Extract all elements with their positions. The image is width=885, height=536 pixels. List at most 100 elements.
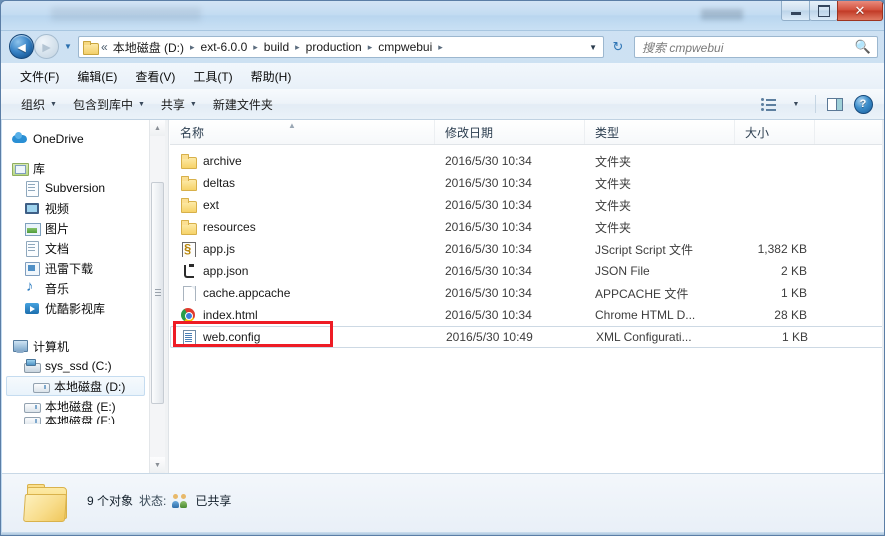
- help-button[interactable]: ?: [850, 93, 876, 115]
- recent-pages-dropdown[interactable]: ▼: [61, 37, 75, 57]
- menubar: 文件(F) 编辑(E) 查看(V) 工具(T) 帮助(H): [1, 63, 884, 89]
- cell-size: 2 KB: [780, 264, 807, 278]
- cell-type: 文件夹: [595, 198, 632, 213]
- menu-view[interactable]: 查看(V): [126, 65, 184, 88]
- folder-icon: [180, 153, 197, 169]
- table-row[interactable]: ext 2016/5/30 10:34 文件夹: [170, 194, 884, 216]
- scroll-down-button[interactable]: ▼: [150, 457, 165, 473]
- menu-help[interactable]: 帮助(H): [242, 65, 301, 88]
- nav-item-thunder-download[interactable]: 迅雷下载: [2, 258, 149, 278]
- breadcrumb-segment-cmpwebui[interactable]: cmpwebui: [377, 39, 433, 55]
- nav-item-drive-e[interactable]: 本地磁盘 (E:): [2, 396, 149, 416]
- column-header-size[interactable]: 大小: [735, 120, 815, 144]
- chevron-right-icon[interactable]: ▸: [253, 42, 258, 53]
- chevron-right-icon[interactable]: ▸: [368, 42, 373, 53]
- breadcrumb-overflow-icon[interactable]: «: [101, 40, 108, 54]
- breadcrumb-segment-production[interactable]: production: [305, 39, 363, 55]
- nav-item-label: 本地磁盘 (D:): [54, 379, 126, 394]
- back-button[interactable]: ◄: [9, 34, 34, 59]
- breadcrumb[interactable]: « 本地磁盘 (D:) ▸ ext-6.0.0 ▸ build ▸ produc…: [78, 36, 604, 58]
- video-icon: [24, 200, 40, 216]
- refresh-button[interactable]: ↻: [607, 36, 629, 58]
- nav-item-onedrive[interactable]: OneDrive: [2, 129, 149, 149]
- include-in-library-button[interactable]: 包含到库中 ▼: [65, 92, 153, 117]
- file-name: archive: [203, 154, 242, 168]
- table-row[interactable]: archive 2016/5/30 10:34 文件夹: [170, 150, 884, 172]
- table-row[interactable]: app.js 2016/5/30 10:34 JScript Script 文件…: [170, 238, 884, 260]
- column-header-name[interactable]: 名称 ▲: [170, 120, 435, 144]
- forward-button[interactable]: ►: [34, 34, 59, 59]
- nav-item-label: OneDrive: [33, 132, 84, 146]
- help-icon: ?: [853, 94, 873, 114]
- document-icon: [24, 240, 40, 257]
- search-box[interactable]: 搜索 cmpwebui 🔍: [634, 36, 878, 58]
- nav-item-music[interactable]: 音乐: [2, 278, 149, 298]
- nav-item-youku-library[interactable]: 优酷影视库: [2, 298, 149, 318]
- nav-item-pictures[interactable]: 图片: [2, 218, 149, 238]
- window-titlebar: ✕: [1, 1, 884, 31]
- nav-item-drive-f[interactable]: 本地磁盘 (F:): [2, 416, 149, 424]
- cell-date: 2016/5/30 10:34: [445, 220, 532, 234]
- file-name: web.config: [203, 330, 261, 344]
- cell-size: 1,382 KB: [757, 242, 807, 256]
- column-header-date[interactable]: 修改日期: [435, 120, 585, 144]
- table-row[interactable]: app.json 2016/5/30 10:34 JSON File 2 KB: [170, 260, 884, 282]
- nav-item-drive-d[interactable]: 本地磁盘 (D:): [6, 376, 145, 396]
- shared-users-icon: [172, 493, 189, 508]
- preview-pane-button[interactable]: [822, 93, 848, 115]
- breadcrumb-segment-build[interactable]: build: [263, 39, 290, 55]
- table-row[interactable]: resources 2016/5/30 10:34 文件夹: [170, 216, 884, 238]
- nav-item-subversion[interactable]: Subversion: [2, 178, 149, 198]
- include-in-library-label: 包含到库中: [72, 97, 133, 112]
- scrollbar-thumb[interactable]: [151, 182, 164, 404]
- change-view-dropdown[interactable]: ▼: [783, 93, 809, 115]
- breadcrumb-segment-ext[interactable]: ext-6.0.0: [200, 39, 249, 55]
- back-arrow-icon: ◄: [14, 38, 29, 55]
- maximize-button[interactable]: [809, 1, 838, 21]
- menu-file[interactable]: 文件(F): [11, 65, 68, 88]
- library-icon: [12, 160, 29, 176]
- file-list-pane: 名称 ▲ 修改日期 类型 大小 archive 2016/5/30 10:34 …: [170, 120, 884, 473]
- scroll-up-button[interactable]: ▲: [150, 120, 165, 136]
- breadcrumb-segment-drive[interactable]: 本地磁盘 (D:): [112, 38, 185, 57]
- column-header-type[interactable]: 类型: [585, 120, 735, 144]
- window-bottom-edge: [1, 532, 884, 535]
- new-folder-button[interactable]: 新建文件夹: [205, 92, 281, 117]
- change-view-icon: [760, 98, 776, 111]
- table-row[interactable]: deltas 2016/5/30 10:34 文件夹: [170, 172, 884, 194]
- nav-item-documents[interactable]: 文档: [2, 238, 149, 258]
- table-row[interactable]: cache.appcache 2016/5/30 10:34 APPCACHE …: [170, 282, 884, 304]
- nav-item-videos[interactable]: 视频: [2, 198, 149, 218]
- close-button[interactable]: ✕: [837, 1, 883, 21]
- cell-name: app.json: [170, 263, 435, 279]
- nav-item-libraries[interactable]: 库: [2, 158, 149, 178]
- search-icon: 🔍: [854, 39, 871, 54]
- pane-splitter[interactable]: [165, 120, 169, 473]
- jscript-icon: [180, 241, 197, 257]
- file-name: app.json: [203, 264, 249, 278]
- nav-item-drive-c[interactable]: sys_ssd (C:): [2, 356, 149, 376]
- navigation-pane-scrollbar[interactable]: ▲ ▼: [149, 120, 165, 473]
- details-pane: 9 个对象 状态: 已共享: [2, 473, 884, 535]
- folder-icon: [83, 40, 99, 55]
- computer-icon: [12, 338, 28, 354]
- cell-name: resources: [170, 219, 435, 235]
- share-with-button[interactable]: 共享 ▼: [153, 92, 205, 117]
- chevron-right-icon[interactable]: ▸: [190, 42, 195, 53]
- nav-item-computer[interactable]: 计算机: [2, 336, 149, 356]
- search-input[interactable]: 搜索 cmpwebui: [635, 39, 855, 56]
- table-row-selected[interactable]: web.config 2016/5/30 10:49 XML Configura…: [170, 326, 884, 348]
- menu-tools[interactable]: 工具(T): [184, 65, 241, 88]
- nav-item-label: 音乐: [45, 281, 70, 296]
- organize-button[interactable]: 组织 ▼: [13, 92, 65, 117]
- chevron-right-icon[interactable]: ▸: [295, 42, 300, 53]
- explorer-window: ✕ ◄ ► ▼ « 本地磁盘 (D:) ▸ ext-6.0.0 ▸ build …: [0, 0, 885, 536]
- breadcrumb-dropdown-icon[interactable]: ▼: [589, 43, 597, 52]
- table-row[interactable]: index.html 2016/5/30 10:34 Chrome HTML D…: [170, 304, 884, 326]
- minimize-button[interactable]: [781, 1, 810, 21]
- change-view-button[interactable]: [755, 93, 781, 115]
- chevron-right-icon[interactable]: ▸: [438, 42, 443, 53]
- cell-name: index.html: [170, 307, 435, 323]
- menu-edit[interactable]: 编辑(E): [68, 65, 126, 88]
- chevron-up-icon: ▲: [154, 124, 161, 132]
